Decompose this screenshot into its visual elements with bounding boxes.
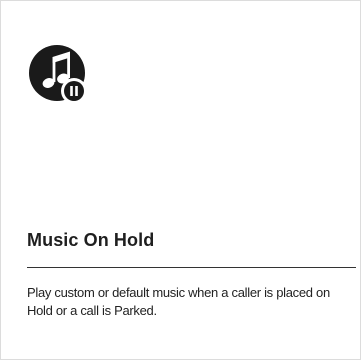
card-description: Play custom or default music when a call… [27, 285, 330, 318]
divider [27, 267, 356, 268]
card-title: Music On Hold [27, 230, 155, 250]
music-on-hold-card[interactable]: Music On Hold Play custom or default mus… [0, 0, 361, 360]
music-note-pause-icon [23, 39, 103, 119]
